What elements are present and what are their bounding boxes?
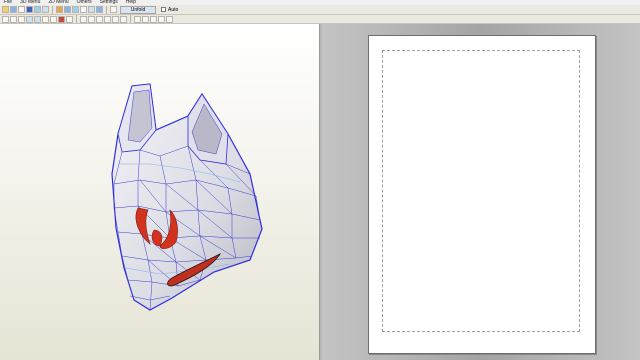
main-toolbar: Unfold Auto: [0, 5, 640, 15]
save-icon[interactable]: [10, 6, 17, 13]
zoom-out-icon[interactable]: [104, 15, 111, 23]
edge-icon[interactable]: [80, 6, 87, 13]
layout-icon[interactable]: [88, 6, 95, 13]
toolbar-separator: [130, 15, 131, 23]
toolbar-separator: [52, 5, 53, 14]
paint-icon[interactable]: [56, 6, 63, 13]
zoom-in-icon[interactable]: [96, 15, 103, 23]
select-icon[interactable]: [2, 15, 9, 23]
open-folder-icon[interactable]: [2, 6, 9, 13]
auto-toggle[interactable]: Auto: [161, 7, 178, 13]
unfold-icon[interactable]: [110, 6, 117, 13]
paper-sheet[interactable]: [368, 35, 596, 354]
join-icon[interactable]: [26, 15, 33, 23]
color-icon[interactable]: [58, 15, 65, 23]
scale-icon[interactable]: [150, 15, 157, 23]
sphere-icon[interactable]: [26, 6, 33, 13]
move-icon[interactable]: [10, 15, 17, 23]
settings-icon[interactable]: [142, 15, 149, 23]
new-file-icon[interactable]: [18, 6, 25, 13]
auto-label: Auto: [168, 6, 179, 13]
measure-icon[interactable]: [134, 15, 141, 23]
rotate-part-icon[interactable]: [18, 15, 25, 23]
search-icon[interactable]: [158, 15, 165, 23]
grid-icon[interactable]: [120, 15, 127, 23]
rotate-icon[interactable]: [34, 6, 41, 13]
unfold-button[interactable]: Unfold: [120, 5, 156, 14]
toolbar-separator: [106, 5, 107, 14]
edge-tool-icon[interactable]: [50, 15, 57, 23]
printable-area-border: [382, 50, 580, 332]
texture-icon[interactable]: [72, 6, 79, 13]
view-icon[interactable]: [42, 6, 49, 13]
redo-icon[interactable]: [88, 15, 95, 23]
flap-icon[interactable]: [42, 15, 49, 23]
toolbar-separator: [76, 15, 77, 23]
fit-icon[interactable]: [112, 15, 119, 23]
link-icon[interactable]: [64, 6, 71, 13]
split-icon[interactable]: [34, 15, 41, 23]
3d-view-panel[interactable]: [0, 24, 320, 360]
text-icon[interactable]: [66, 15, 73, 23]
2d-view-panel[interactable]: [322, 24, 640, 360]
fox-mask-model[interactable]: [0, 24, 320, 360]
tools-toolbar: [0, 15, 640, 24]
undo-icon[interactable]: [80, 15, 87, 23]
window-icon[interactable]: [96, 6, 103, 13]
auto-checkbox[interactable]: [161, 7, 166, 12]
zoom-icon[interactable]: [166, 15, 173, 23]
